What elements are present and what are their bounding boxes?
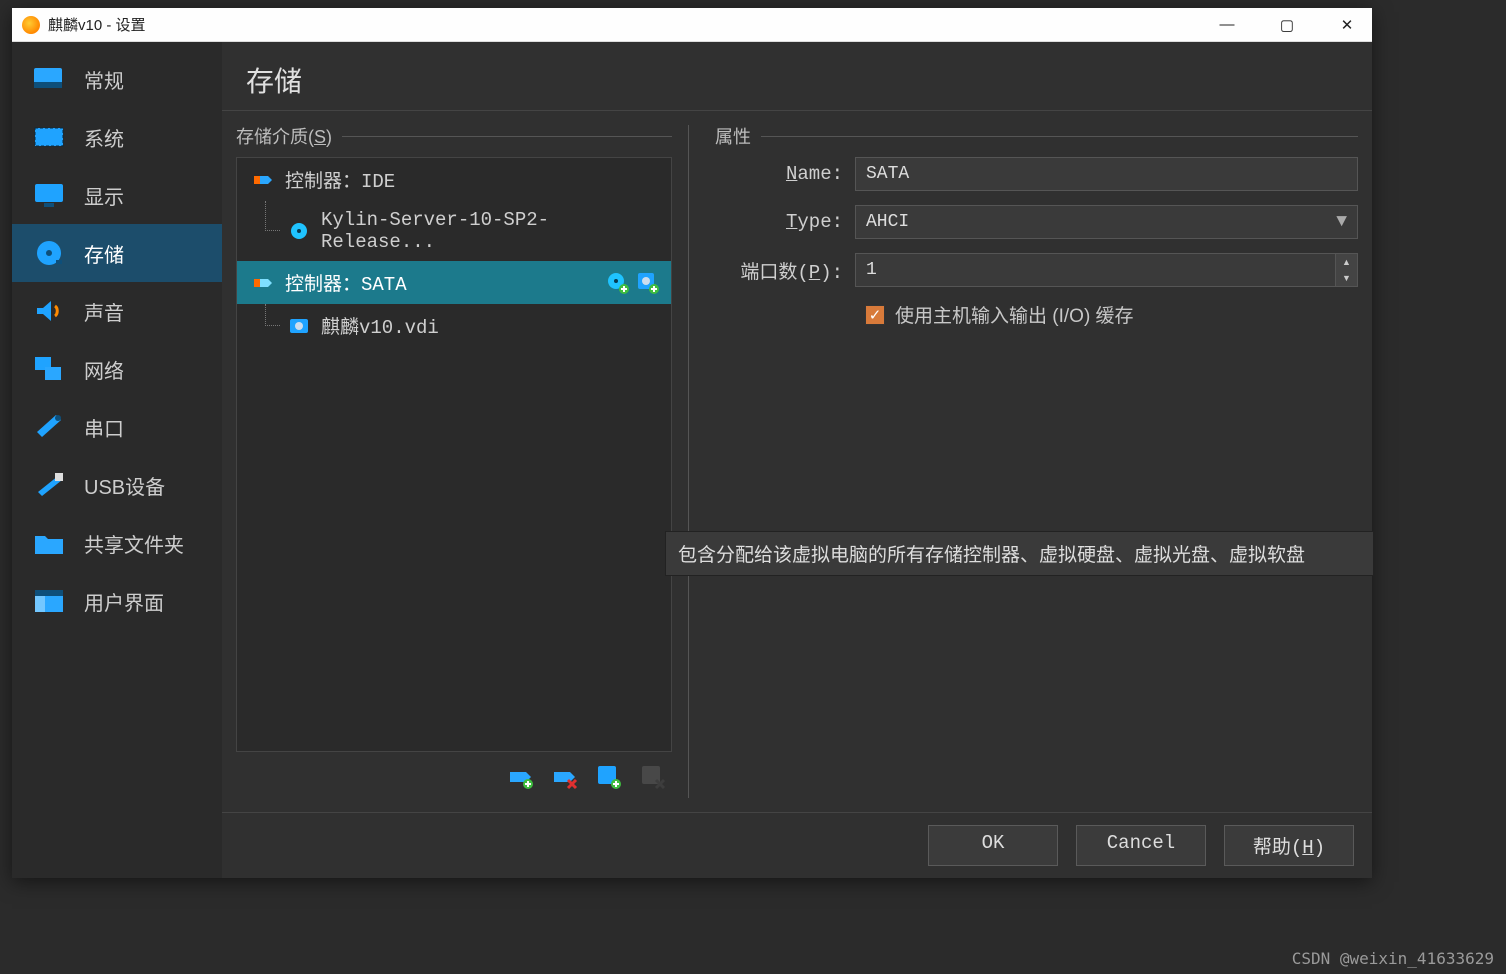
storage-toolbar — [236, 752, 672, 802]
ports-step-down[interactable]: ▼ — [1336, 270, 1357, 286]
sidebar-item-label: 串口 — [84, 413, 124, 442]
sidebar-item-label: 常规 — [84, 65, 124, 94]
sidebar-item-network[interactable]: 网络 — [12, 340, 222, 398]
ports-input[interactable] — [855, 253, 1336, 287]
storage-icon — [30, 236, 68, 270]
add-controller-button[interactable] — [506, 762, 536, 792]
sidebar-item-label: 存储 — [84, 239, 124, 268]
io-cache-checkbox[interactable]: ✓ — [865, 305, 885, 325]
ui-icon — [30, 584, 68, 618]
ports-label: 端口数(P): — [715, 257, 855, 284]
harddisk-icon — [287, 315, 311, 337]
sidebar-item-label: 声音 — [84, 297, 124, 326]
network-icon — [30, 352, 68, 386]
type-select[interactable]: AHCI ▼ — [855, 205, 1358, 239]
titlebar[interactable]: 麒麟v10 - 设置 — ▢ ✕ — [12, 8, 1372, 42]
display-icon — [30, 178, 68, 212]
tree-label: Kylin-Server-10-SP2-Release... — [321, 209, 661, 253]
settings-sidebar: 常规 系统 显示 存储 — [12, 42, 222, 878]
help-button[interactable]: 帮助(H) — [1224, 825, 1354, 866]
serial-icon — [30, 410, 68, 444]
sidebar-item-general[interactable]: 常规 — [12, 50, 222, 108]
tree-label: 控制器：IDE — [285, 166, 395, 193]
storage-media-label: 存储介质(S) — [236, 123, 332, 149]
add-optical-button[interactable] — [605, 270, 631, 296]
window-title: 麒麟v10 - 设置 — [48, 14, 146, 35]
system-icon — [30, 120, 68, 154]
sidebar-item-serial[interactable]: 串口 — [12, 398, 222, 456]
sidebar-item-label: 系统 — [84, 123, 124, 152]
sidebar-item-display[interactable]: 显示 — [12, 166, 222, 224]
properties-column: 属性 Name: Type: AHCI — [695, 111, 1372, 812]
sidebar-item-audio[interactable]: 声音 — [12, 282, 222, 340]
ok-button[interactable]: OK — [928, 825, 1058, 866]
controller-sata[interactable]: 控制器：SATA — [237, 261, 671, 304]
cancel-button[interactable]: Cancel — [1076, 825, 1206, 866]
close-button[interactable]: ✕ — [1332, 16, 1362, 34]
device-vdi[interactable]: 麒麟v10.vdi — [237, 304, 671, 347]
dialog-footer: OK Cancel 帮助(H) — [222, 812, 1372, 878]
sidebar-item-system[interactable]: 系统 — [12, 108, 222, 166]
folder-icon — [30, 526, 68, 560]
tree-label: 麒麟v10.vdi — [321, 312, 439, 339]
sidebar-item-storage[interactable]: 存储 — [12, 224, 222, 282]
sidebar-item-ui[interactable]: 用户界面 — [12, 572, 222, 630]
sidebar-item-label: 显示 — [84, 181, 124, 210]
settings-window: 麒麟v10 - 设置 — ▢ ✕ 常规 系统 — [12, 8, 1372, 878]
sidebar-item-shared[interactable]: 共享文件夹 — [12, 514, 222, 572]
controller-icon — [251, 272, 275, 294]
storage-tooltip: 包含分配给该虚拟电脑的所有存储控制器、虚拟硬盘、虚拟光盘、虚拟软盘 — [665, 531, 1374, 576]
remove-attachment-button — [638, 762, 668, 792]
storage-page: 存储 存储介质(S) 控制器：IDE — [222, 42, 1372, 878]
name-input[interactable] — [855, 157, 1358, 191]
app-icon — [22, 16, 40, 34]
general-icon — [30, 62, 68, 96]
audio-icon — [30, 294, 68, 328]
sidebar-item-usb[interactable]: USB设备 — [12, 456, 222, 514]
watermark: CSDN @weixin_41633629 — [1292, 949, 1494, 968]
io-cache-label: 使用主机输入输出 (I/O) 缓存 — [895, 301, 1134, 328]
storage-devices-column: 存储介质(S) 控制器：IDE — [222, 111, 682, 812]
chevron-down-icon: ▼ — [1336, 212, 1347, 232]
sidebar-item-label: USB设备 — [84, 471, 165, 500]
controller-icon — [251, 169, 275, 191]
type-label: Type: — [715, 211, 855, 233]
device-iso[interactable]: Kylin-Server-10-SP2-Release... — [237, 201, 671, 261]
ports-step-up[interactable]: ▲ — [1336, 254, 1357, 270]
type-value: AHCI — [866, 212, 909, 232]
minimize-button[interactable]: — — [1212, 16, 1242, 34]
usb-icon — [30, 468, 68, 502]
sidebar-item-label: 共享文件夹 — [84, 529, 184, 558]
maximize-button[interactable]: ▢ — [1272, 16, 1302, 34]
controller-ide[interactable]: 控制器：IDE — [237, 158, 671, 201]
page-title: 存储 — [222, 42, 1372, 111]
properties-header: 属性 — [715, 123, 751, 149]
optical-disc-icon — [287, 220, 311, 242]
tree-label: 控制器：SATA — [285, 269, 407, 296]
name-label: Name: — [715, 163, 855, 185]
storage-tree[interactable]: 控制器：IDE Kylin-Server-10-SP2-Release... — [236, 157, 672, 752]
sidebar-item-label: 用户界面 — [84, 587, 164, 616]
remove-controller-button[interactable] — [550, 762, 580, 792]
sidebar-item-label: 网络 — [84, 355, 124, 384]
add-disk-button[interactable] — [635, 270, 661, 296]
add-attachment-button[interactable] — [594, 762, 624, 792]
